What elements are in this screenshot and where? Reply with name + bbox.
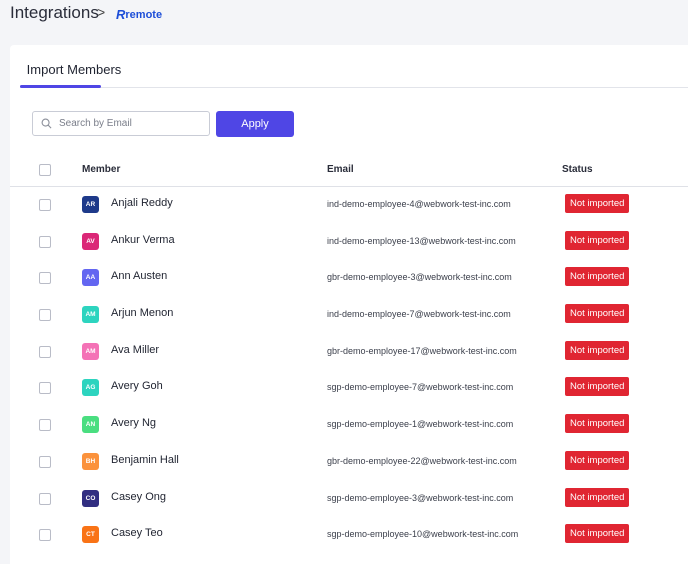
member-email: ind-demo-employee-13@webwork-test-inc.co… <box>327 235 516 246</box>
search-icon <box>41 118 52 129</box>
table-row: CT Casey Teo sgp-demo-employee-10@webwork-… <box>10 517 688 554</box>
column-header-member: Member <box>82 164 121 175</box>
member-email: sgp-demo-employee-10@webwork-test-inc.co… <box>327 529 519 540</box>
table-header: Member Email Status <box>10 157 688 187</box>
row-checkbox[interactable] <box>39 199 51 211</box>
table-row: AG Avery Goh sgp-demo-employee-7@webwork-t… <box>10 370 688 407</box>
row-checkbox[interactable] <box>39 419 51 432</box>
table-row: AV Ankur Verma ind-demo-employee-13@webwor… <box>10 224 688 261</box>
avatar: BH <box>82 452 99 470</box>
member-email: gbr-demo-employee-22@webwork-test-inc.co… <box>327 455 517 466</box>
member-email: ind-demo-employee-4@webwork-test-inc.com <box>327 199 511 209</box>
row-checkbox[interactable] <box>39 345 51 358</box>
status-badge: Not imported <box>565 377 630 397</box>
status-badge: Not imported <box>565 487 630 507</box>
member-name: Benjamin Hall <box>111 453 179 466</box>
table-row: AA Ann Austen gbr-demo-employee-3@webwork-… <box>10 260 688 297</box>
select-all-checkbox[interactable] <box>39 164 51 176</box>
status-badge: Not imported <box>565 450 630 470</box>
remote-logo-text: remote <box>125 8 163 21</box>
import-panel: Import Members Apply Member Email Status… <box>10 45 688 564</box>
breadcrumb-title[interactable]: Integrations <box>10 3 99 23</box>
tab-active-indicator <box>20 85 101 88</box>
member-email: gbr-demo-employee-3@webwork-test-inc.com <box>327 272 512 283</box>
status-badge: Not imported <box>565 194 630 213</box>
avatar: AA <box>82 269 99 287</box>
member-email: gbr-demo-employee-17@webwork-test-inc.co… <box>327 345 517 356</box>
status-badge: Not imported <box>565 340 630 360</box>
status-badge: Not imported <box>565 304 630 324</box>
table-row: AR Anjali Reddy ind-demo-employee-4@webwor… <box>10 187 688 224</box>
member-email: sgp-demo-employee-7@webwork-test-inc.com <box>327 382 514 393</box>
row-checkbox[interactable] <box>39 529 51 542</box>
avatar: AG <box>82 379 99 397</box>
avatar: CO <box>82 489 99 507</box>
search-input[interactable] <box>59 115 204 132</box>
avatar: AN <box>82 416 99 434</box>
row-checkbox[interactable] <box>39 272 51 285</box>
row-checkbox[interactable] <box>39 235 51 248</box>
tab-divider <box>20 87 688 88</box>
remote-logo: R remote <box>116 7 162 22</box>
member-email: sgp-demo-employee-3@webwork-test-inc.com <box>327 492 514 503</box>
avatar: AM <box>82 342 99 360</box>
row-checkbox[interactable] <box>39 455 51 468</box>
avatar: AM <box>82 306 99 324</box>
member-name: Casey Ong <box>111 490 167 503</box>
search-box[interactable] <box>32 111 210 136</box>
column-header-status: Status <box>562 164 593 175</box>
row-checkbox[interactable] <box>39 492 51 505</box>
avatar: AR <box>82 196 99 213</box>
member-email: ind-demo-employee-7@webwork-test-inc.com <box>327 309 511 320</box>
member-email: sgp-demo-employee-1@webwork-test-inc.com <box>327 419 514 430</box>
member-name: Ankur Verma <box>111 233 175 246</box>
table-row: AN Avery Ng sgp-demo-employee-1@webwork-te… <box>10 407 688 444</box>
column-header-email: Email <box>327 164 354 175</box>
row-checkbox[interactable] <box>39 309 51 322</box>
status-badge: Not imported <box>565 414 630 434</box>
status-badge: Not imported <box>565 267 630 287</box>
status-badge: Not imported <box>565 230 630 250</box>
table-row: BH Benjamin Hall gbr-demo-employee-22@webw… <box>10 444 688 481</box>
status-badge: Not imported <box>565 524 630 544</box>
member-name: Ann Austen <box>111 270 168 283</box>
top-bar: Integrations > R remote <box>0 0 688 30</box>
tab-import-members[interactable]: Import Members <box>21 62 127 77</box>
member-name: Casey Teo <box>111 527 163 540</box>
apply-button[interactable]: Apply <box>216 111 294 137</box>
member-name: Avery Goh <box>111 380 163 393</box>
table-row: AM Arjun Menon ind-demo-employee-7@webwork… <box>10 297 688 334</box>
member-name: Avery Ng <box>111 417 157 430</box>
remote-logo-mark: R <box>116 7 125 22</box>
member-name: Arjun Menon <box>111 307 174 320</box>
member-name: Anjali Reddy <box>111 197 173 209</box>
breadcrumb-separator-icon: > <box>97 4 106 20</box>
member-table-body: AR Anjali Reddy ind-demo-employee-4@webwor… <box>10 187 688 554</box>
member-name: Ava Miller <box>111 343 160 356</box>
avatar: CT <box>82 526 99 544</box>
table-row: AM Ava Miller gbr-demo-employee-17@webwork… <box>10 334 688 371</box>
avatar: AV <box>82 232 99 250</box>
row-checkbox[interactable] <box>39 382 51 395</box>
table-row: CO Casey Ong sgp-demo-employee-3@webwork-t… <box>10 481 688 518</box>
